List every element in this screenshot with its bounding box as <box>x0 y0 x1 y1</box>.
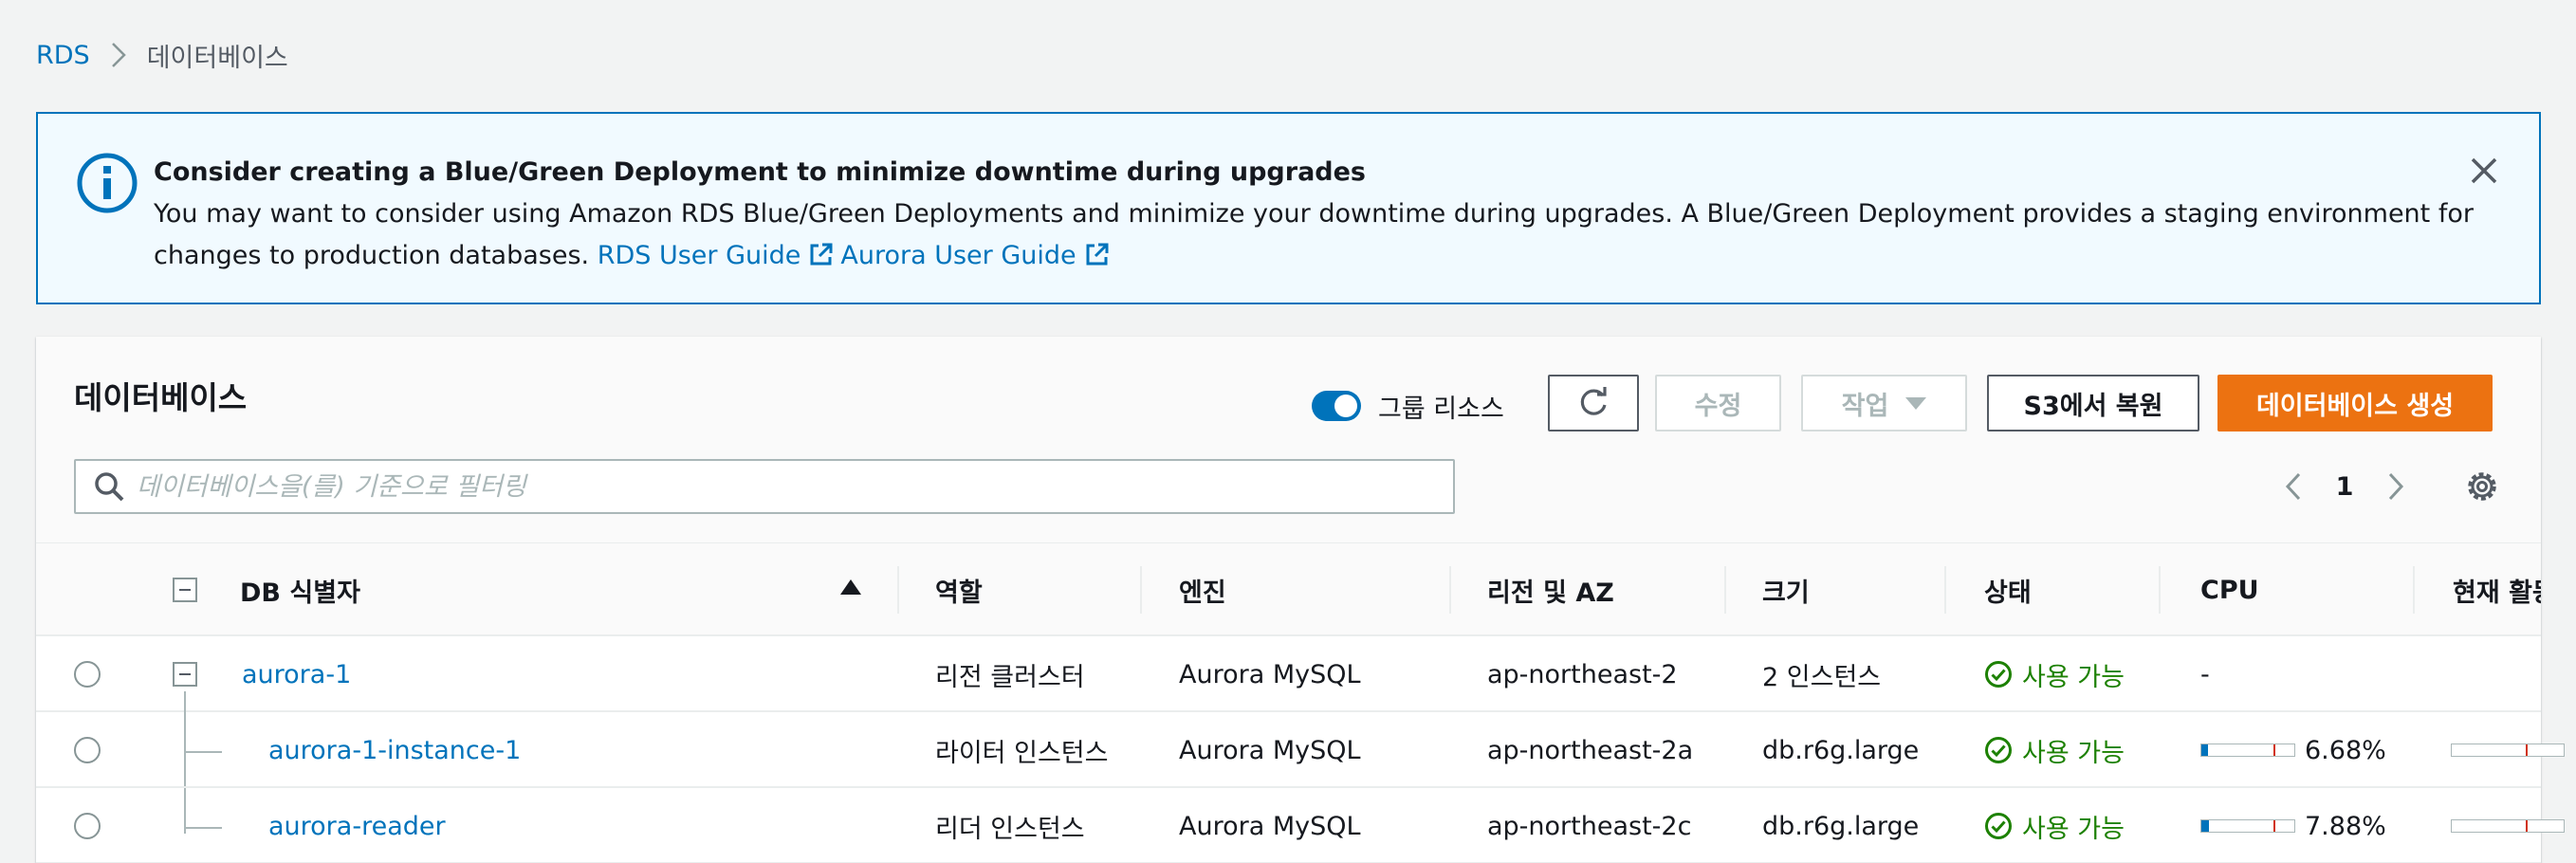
refresh-icon <box>1580 387 1607 415</box>
breadcrumb-current: 데이터베이스 <box>146 43 288 73</box>
external-link-icon[interactable] <box>1084 239 1111 266</box>
db-identifier-link[interactable]: aurora-reader <box>268 788 446 863</box>
col-status[interactable]: 상태 <box>1984 543 2032 636</box>
banner-message: Consider creating a Blue/Green Deploymen… <box>154 152 2496 277</box>
col-region-az[interactable]: 리전 및 AZ <box>1487 543 1614 636</box>
caret-down-icon <box>1905 396 1927 410</box>
cell-size: 2 인스턴스 <box>1762 662 1882 692</box>
blue-green-info-banner: Consider creating a Blue/Green Deploymen… <box>36 112 2541 304</box>
chevron-right-icon <box>90 42 147 68</box>
cpu-value: 6.68% <box>2305 735 2386 765</box>
row-select-radio[interactable] <box>74 661 101 688</box>
cpu-utilization-bar <box>2200 744 2295 757</box>
cell-region: ap-northeast-2c <box>1487 811 1692 841</box>
cell-engine: Aurora MySQL <box>1179 811 1361 841</box>
cell-role: 라이터 인스턴스 <box>935 738 1109 768</box>
cell-role: 리더 인스턴스 <box>935 814 1085 844</box>
databases-panel: 데이터베이스 그룹 리소스 수정 작업 S3에서 복원 데이터베이스 생성 1 <box>36 337 2565 863</box>
check-circle-icon <box>1985 737 2012 763</box>
cell-activity <box>2451 712 2565 788</box>
cell-region: ap-northeast-2a <box>1487 735 1694 765</box>
db-identifier-link[interactable]: aurora-1-instance-1 <box>268 712 521 788</box>
panel-title: 데이터베이스 <box>74 379 248 416</box>
table-header: DB 식별자 역할 엔진 리전 및 AZ 크기 상태 CPU 현재 활동 <box>36 543 2541 636</box>
table-row[interactable]: aurora-reader 리더 인스턴스 Aurora MySQL ap-no… <box>36 788 2565 863</box>
sort-ascending-icon[interactable] <box>840 579 861 595</box>
next-page-icon[interactable] <box>2367 462 2424 511</box>
search-input[interactable] <box>137 471 1370 502</box>
db-identifier-link[interactable]: aurora-1 <box>242 636 351 712</box>
restore-from-s3-button[interactable]: S3에서 복원 <box>1987 375 2199 432</box>
actions-dropdown-button[interactable]: 작업 <box>1801 375 1967 432</box>
column-divider <box>1140 566 1142 614</box>
cell-status: 사용 가능 <box>1984 636 2125 712</box>
column-divider <box>897 566 899 614</box>
actions-label: 작업 <box>1841 391 1889 421</box>
gear-icon[interactable] <box>2462 467 2502 506</box>
column-divider <box>1944 566 1946 614</box>
group-resources-toggle[interactable]: 그룹 리소스 <box>1312 382 1504 430</box>
cell-activity <box>2451 788 2565 863</box>
cpu-utilization-bar <box>2200 819 2295 833</box>
prev-page-icon[interactable] <box>2265 462 2322 511</box>
col-cpu[interactable]: CPU <box>2200 543 2259 636</box>
column-divider <box>2413 566 2415 614</box>
status-text: 사용 가능 <box>2022 814 2125 844</box>
col-role[interactable]: 역할 <box>935 543 983 636</box>
table-row[interactable]: aurora-1 리전 클러스터 Aurora MySQL ap-northea… <box>36 636 2541 712</box>
status-text: 사용 가능 <box>2022 738 2125 768</box>
search-icon <box>95 472 124 502</box>
cell-region: ap-northeast-2 <box>1487 659 1678 689</box>
cell-size: db.r6g.large <box>1762 735 1920 765</box>
close-icon[interactable] <box>2465 152 2503 190</box>
activity-bar <box>2451 819 2565 833</box>
info-icon <box>76 152 138 214</box>
toggle-label: 그룹 리소스 <box>1378 394 1504 424</box>
current-page[interactable]: 1 <box>2322 472 2367 502</box>
column-divider <box>2159 566 2161 614</box>
create-database-button[interactable]: 데이터베이스 생성 <box>2217 375 2493 432</box>
banner-body: You may want to consider using Amazon RD… <box>154 199 2474 270</box>
col-engine[interactable]: 엔진 <box>1179 543 1226 636</box>
check-circle-icon <box>1985 661 2012 688</box>
column-divider <box>1449 566 1451 614</box>
table-row[interactable]: aurora-1-instance-1 라이터 인스턴스 Aurora MySQ… <box>36 712 2565 788</box>
filter-search-box[interactable] <box>74 459 1455 514</box>
toggle-switch[interactable] <box>1312 391 1361 421</box>
rds-user-guide-link[interactable]: RDS User Guide <box>598 241 801 270</box>
cell-size: db.r6g.large <box>1762 811 1920 841</box>
cell-cpu: 6.68% <box>2200 712 2386 788</box>
cell-engine: Aurora MySQL <box>1179 735 1361 765</box>
collapse-row-icon[interactable] <box>173 662 197 687</box>
cell-role: 리전 클러스터 <box>935 662 1085 692</box>
column-divider <box>1724 566 1726 614</box>
breadcrumb-rds-link[interactable]: RDS <box>36 41 90 70</box>
col-db-identifier[interactable]: DB 식별자 <box>240 543 360 636</box>
external-link-icon[interactable] <box>808 239 835 266</box>
col-size[interactable]: 크기 <box>1762 543 1810 636</box>
cell-engine: Aurora MySQL <box>1179 659 1361 689</box>
row-select-radio[interactable] <box>74 813 101 839</box>
cpu-value: 7.88% <box>2305 811 2386 841</box>
cell-cpu: 7.88% <box>2200 788 2386 863</box>
collapse-all-icon[interactable] <box>173 578 197 602</box>
row-select-radio[interactable] <box>74 737 101 763</box>
aurora-user-guide-link[interactable]: Aurora User Guide <box>840 241 1076 270</box>
status-text: 사용 가능 <box>2022 662 2125 692</box>
panel-header: 데이터베이스 그룹 리소스 수정 작업 S3에서 복원 데이터베이스 생성 1 <box>36 337 2541 543</box>
check-circle-icon <box>1985 813 2012 839</box>
pagination: 1 <box>2265 462 2424 511</box>
refresh-button[interactable] <box>1548 375 1639 432</box>
cell-status: 사용 가능 <box>1984 712 2125 788</box>
col-current-activity[interactable]: 현재 활동 <box>2453 543 2541 636</box>
cell-cpu: - <box>2200 659 2210 689</box>
edit-button[interactable]: 수정 <box>1655 375 1781 432</box>
breadcrumb: RDS 데이터베이스 <box>36 36 288 74</box>
banner-title: Consider creating a Blue/Green Deploymen… <box>154 157 1367 187</box>
cell-status: 사용 가능 <box>1984 788 2125 863</box>
activity-bar <box>2451 744 2565 757</box>
